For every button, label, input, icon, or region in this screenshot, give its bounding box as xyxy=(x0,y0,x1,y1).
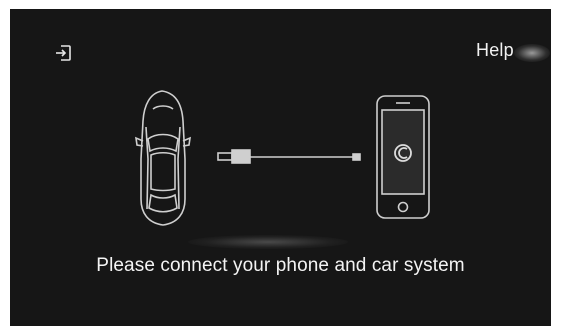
usb-cable-icon xyxy=(217,149,361,164)
car-top-view-icon xyxy=(135,90,191,226)
connection-illustration xyxy=(135,90,430,226)
smartphone-icon xyxy=(376,95,430,219)
faded-text-glare xyxy=(188,235,348,249)
connect-instruction-text: Please connect your phone and car system xyxy=(96,255,465,276)
connection-screen: Help Please connect your phone and car s… xyxy=(10,9,551,326)
